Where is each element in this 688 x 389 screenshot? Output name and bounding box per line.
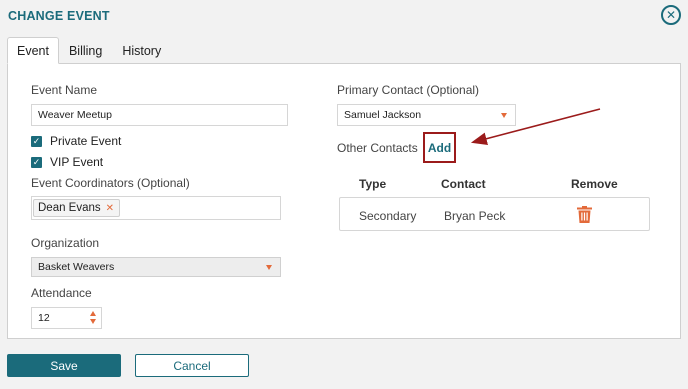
private-event-checkbox[interactable]: ✓ Private Event [31, 134, 121, 148]
close-icon[interactable]: ✕ [661, 5, 681, 25]
coordinator-tag-label: Dean Evans [38, 202, 101, 214]
attendance-label: Attendance [31, 286, 92, 300]
primary-contact-value: Samuel Jackson [344, 109, 422, 121]
vip-event-label: VIP Event [50, 155, 104, 169]
event-name-label: Event Name [31, 83, 98, 97]
tab-event[interactable]: Event [7, 37, 59, 64]
checkmark-icon: ✓ [31, 135, 42, 147]
col-header-contact: Contact [441, 177, 486, 191]
organization-select[interactable]: Basket Weavers [31, 257, 281, 277]
primary-contact-label: Primary Contact (Optional) [337, 83, 480, 97]
checkmark-icon: ✓ [31, 156, 42, 168]
attendance-stepper[interactable]: 12 [31, 307, 102, 329]
add-contact-link[interactable]: Add [423, 132, 456, 163]
chevron-down-icon [501, 113, 507, 118]
col-header-remove: Remove [571, 177, 618, 191]
other-contacts-label: Other Contacts [337, 141, 418, 155]
private-event-label: Private Event [50, 134, 122, 148]
chevron-down-icon [266, 265, 272, 270]
coordinators-label: Event Coordinators (Optional) [31, 176, 190, 190]
x-icon[interactable]: ✕ [106, 203, 114, 214]
coordinator-tag: Dean Evans ✕ [33, 199, 121, 217]
event-name-field[interactable]: Weaver Meetup [31, 104, 288, 126]
vip-event-checkbox[interactable]: ✓ VIP Event [31, 155, 103, 169]
dialog-title: CHANGE EVENT [8, 9, 110, 23]
col-header-type: Type [359, 177, 387, 191]
tab-history[interactable]: History [112, 37, 171, 63]
event-panel: Event Name Weaver Meetup ✓ Private Event… [7, 63, 681, 339]
attendance-value: 12 [38, 312, 50, 324]
row-contact: Bryan Peck [444, 209, 506, 223]
tab-bar: Event Billing History [7, 37, 171, 64]
organization-value: Basket Weavers [38, 261, 115, 273]
increment-icon[interactable] [90, 311, 96, 316]
save-button[interactable]: Save [7, 354, 121, 377]
organization-label: Organization [31, 236, 100, 250]
trash-icon[interactable] [577, 206, 592, 223]
cancel-button[interactable]: Cancel [135, 354, 249, 377]
tab-billing[interactable]: Billing [59, 37, 112, 63]
primary-contact-select[interactable]: Samuel Jackson [337, 104, 516, 126]
decrement-icon[interactable] [90, 319, 96, 324]
row-type: Secondary [359, 209, 417, 223]
